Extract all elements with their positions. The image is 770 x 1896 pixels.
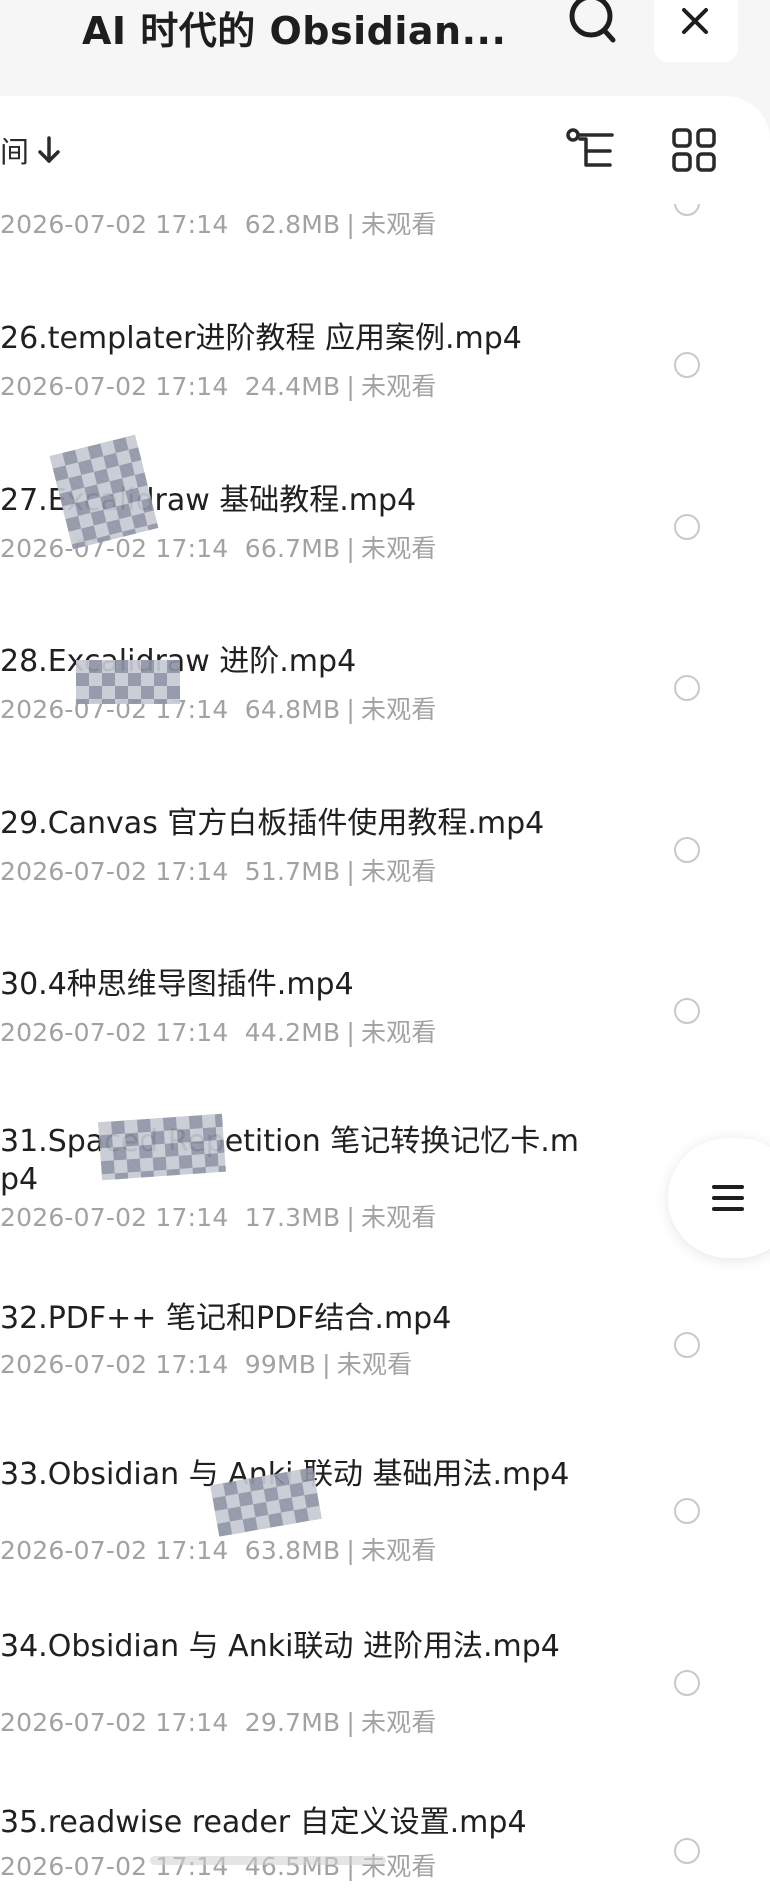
file-date: 2026-07-02 17:14 [0,372,229,401]
watch-status: 未观看 [361,695,437,724]
watch-status: 未观看 [361,1018,437,1047]
list-item[interactable]: 32.PDF++ 笔记和PDF结合.mp4 2026-07-02 17:14 9… [0,1300,770,1390]
list-item[interactable]: 35.readwise reader 自定义设置.mp4 2026-07-02 … [0,1804,770,1883]
select-radio[interactable] [674,1838,700,1864]
search-icon [569,0,616,43]
watch-status: 未观看 [361,534,437,563]
home-indicator [150,1856,386,1865]
file-date: 2026-07-02 17:14 [0,1536,229,1565]
close-icon [682,8,708,34]
file-name: 34.Obsidian 与 Anki联动 进阶用法.mp4 [0,1629,560,1664]
select-radio[interactable] [674,837,700,863]
file-size: 44.2MB [244,1018,341,1047]
file-meta: 2026-07-02 17:14 64.8MB | 未观看 [0,695,437,724]
select-radio[interactable] [674,352,700,378]
file-name: 35.readwise reader 自定义设置.mp4 [0,1805,527,1840]
watch-status: 未观看 [361,1708,437,1737]
list-item[interactable]: 34.Obsidian 与 Anki联动 进阶用法.mp4 2026-07-02… [0,1628,770,1748]
tree-view-icon [566,128,614,167]
select-radio[interactable] [674,1332,700,1358]
file-meta: 2026-07-02 17:14 24.4MB | 未观看 [0,372,437,401]
mosaic-blur [98,1113,226,1181]
search-button[interactable] [566,0,618,46]
file-meta: 2026-07-02 17:14 29.7MB | 未观看 [0,1708,437,1737]
file-date: 2026-07-02 17:14 [0,1018,229,1047]
file-name: 26.templater进阶教程 应用案例.mp4 [0,321,522,356]
file-date: 2026-07-02 17:14 [0,857,229,886]
file-name: 31.Spaced Repetition 笔记转换记忆卡.mp4 [0,1124,580,1197]
sort-control[interactable]: 间 [0,128,61,172]
select-radio[interactable] [674,514,700,540]
arrow-down-icon [38,136,60,163]
file-name: 29.Canvas 官方白板插件使用教程.mp4 [0,806,545,841]
file-size: 64.8MB [244,695,341,724]
file-size: 66.7MB [244,534,341,563]
grid-view-icon [672,128,716,172]
list-item[interactable]: 26.templater进阶教程 应用案例.mp4 2026-07-02 17:… [0,320,770,410]
watch-status: 未观看 [336,1350,413,1379]
file-meta: 2026-07-02 17:14 66.7MB | 未观看 [0,534,437,563]
list-item[interactable]: 2026-07-02 17:14 62.8MB | 未观看 [0,204,770,246]
sort-label: 间 [0,135,30,169]
grid-view-button[interactable] [672,128,716,172]
header-bar: AI 时代的 Obsidian... [0,0,770,100]
file-name: 32.PDF++ 笔记和PDF结合.mp4 [0,1301,452,1336]
list-item[interactable]: 29.Canvas 官方白板插件使用教程.mp4 2026-07-02 17:1… [0,805,770,895]
watch-status: 未观看 [361,210,437,239]
file-size: 17.3MB [244,1203,341,1232]
file-meta: 2026-07-02 17:14 17.3MB | 未观看 [0,1203,437,1232]
watch-status: 未观看 [361,1536,437,1565]
watch-status: 未观看 [361,1203,437,1232]
menu-icon [712,1185,744,1211]
watch-status: 未观看 [361,372,437,401]
select-radio[interactable] [674,1670,700,1696]
file-meta: 2026-07-02 17:14 63.8MB | 未观看 [0,1536,437,1565]
page-title: AI 时代的 Obsidian... [82,9,507,53]
file-size: 62.8MB [244,210,341,239]
watch-status: 未观看 [361,857,437,886]
file-date: 2026-07-02 17:14 [0,210,229,239]
select-radio[interactable] [674,998,700,1024]
file-date: 2026-07-02 17:14 [0,1708,229,1737]
close-button[interactable] [654,0,738,62]
file-size: 51.7MB [244,857,341,886]
mosaic-blur [76,660,180,704]
tree-view-button[interactable] [564,127,616,173]
list-item[interactable]: 30.4种思维导图插件.mp4 2026-07-02 17:14 44.2MB |… [0,966,770,1056]
file-meta: 2026-07-02 17:14 44.2MB | 未观看 [0,1018,437,1047]
file-size: 24.4MB [244,372,341,401]
file-meta: 2026-07-02 17:14 99MB | 未观看 [0,1350,413,1379]
file-size: 29.7MB [244,1708,341,1737]
file-meta: 2026-07-02 17:14 51.7MB | 未观看 [0,857,437,886]
select-radio[interactable] [674,1498,700,1524]
file-meta: 2026-07-02 17:14 62.8MB | 未观看 [0,210,437,239]
file-size: 99MB [244,1350,317,1379]
select-radio[interactable] [674,675,700,701]
list-item[interactable]: 33.Obsidian 与 Anki 联动 基础用法.mp4 2026-07-0… [0,1456,770,1576]
file-name: 30.4种思维导图插件.mp4 [0,967,354,1002]
file-date: 2026-07-02 17:14 [0,1350,229,1379]
file-date: 2026-07-02 17:14 [0,1203,229,1232]
file-size: 63.8MB [244,1536,341,1565]
